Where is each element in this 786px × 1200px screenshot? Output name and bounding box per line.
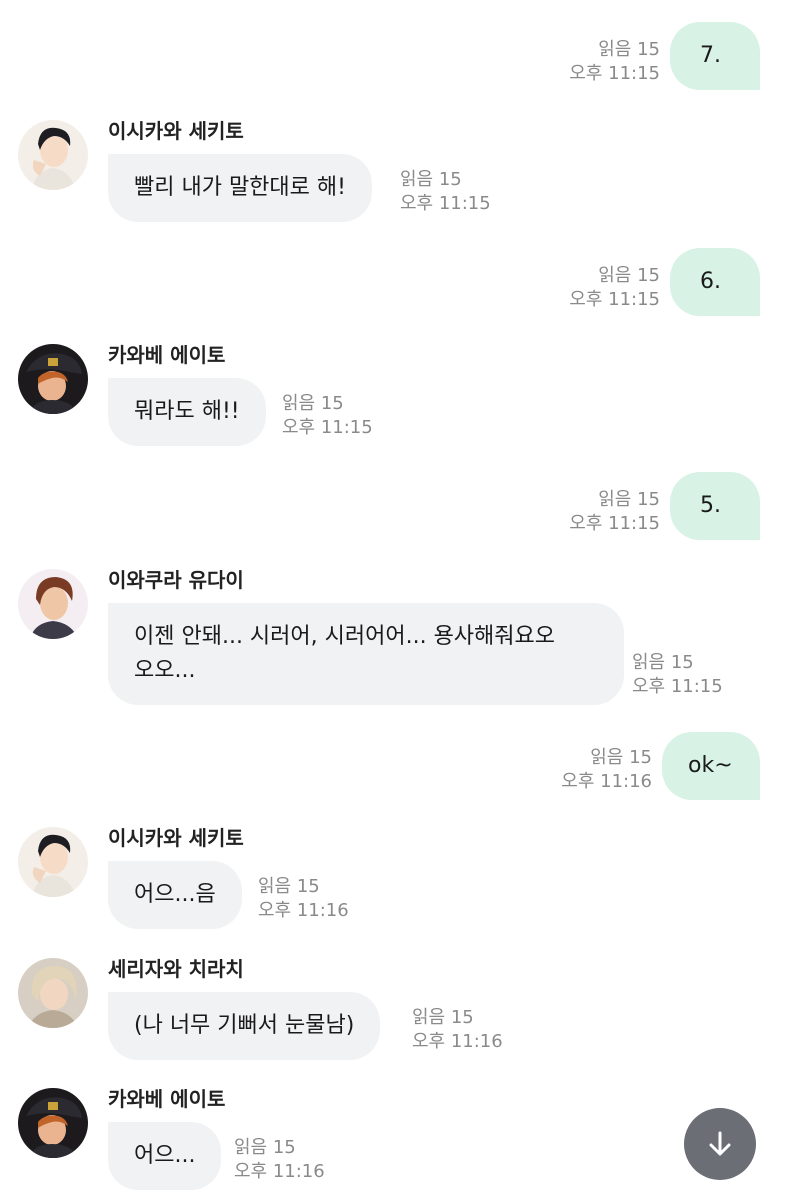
sender-name: 카와베 에이토: [108, 343, 226, 367]
message-bubble[interactable]: 뭐라도 해!!: [108, 378, 266, 446]
sender-name: 이시카와 세키토: [108, 119, 244, 143]
message-bubble[interactable]: 어으...음: [108, 861, 242, 929]
message-text: ok~: [688, 753, 733, 778]
read-count: 읽음 15: [598, 265, 660, 286]
arrow-down-icon: [709, 1131, 731, 1156]
timestamp: 오후 11:15: [569, 63, 660, 84]
avatar-eito[interactable]: [18, 1088, 88, 1158]
message-text: 7.: [700, 43, 721, 68]
message-meta: 읽음 15 오후 11:16: [258, 875, 349, 923]
message-bubble[interactable]: 이젠 안돼... 시러어, 시러어어... 용사해줘요오 오오...: [108, 603, 624, 705]
sender-name: 이와쿠라 유다이: [108, 568, 244, 592]
message-text: (나 너무 기뻐서 눈물남): [134, 1013, 355, 1038]
message-meta: 읽음 15 오후 11:15: [569, 38, 660, 86]
message-text: 6.: [700, 269, 721, 294]
message-text: 어으...음: [134, 882, 216, 907]
read-count: 읽음 15: [598, 489, 660, 510]
message-bubble[interactable]: 6.: [670, 248, 760, 316]
read-count: 읽음 15: [234, 1137, 296, 1158]
message-bubble[interactable]: ok~: [662, 732, 760, 800]
message-meta: 읽음 15 오후 11:16: [561, 746, 652, 794]
timestamp: 오후 11:15: [400, 193, 491, 214]
timestamp: 오후 11:15: [569, 513, 660, 534]
scroll-to-bottom-button[interactable]: [684, 1108, 756, 1180]
read-count: 읽음 15: [400, 169, 462, 190]
read-count: 읽음 15: [412, 1007, 474, 1028]
avatar-eito[interactable]: [18, 344, 88, 414]
timestamp: 오후 11:16: [561, 771, 652, 792]
message-bubble[interactable]: 7.: [670, 22, 760, 90]
message-meta: 읽음 15 오후 11:15: [569, 488, 660, 536]
chat-thread[interactable]: 읽음 15 오후 11:15 7. 이시카와 세키토 빨리 내가 말한대로 해!…: [0, 0, 786, 1200]
read-count: 읽음 15: [590, 747, 652, 768]
avatar-sekito[interactable]: [18, 120, 88, 190]
timestamp: 오후 11:16: [258, 900, 349, 921]
message-bubble[interactable]: 빨리 내가 말한대로 해!: [108, 154, 372, 222]
sender-name: 세리자와 치라치: [108, 957, 244, 981]
avatar-sekito[interactable]: [18, 827, 88, 897]
message-text: 뭐라도 해!!: [134, 399, 240, 424]
read-count: 읽음 15: [632, 652, 694, 673]
message-text: 빨리 내가 말한대로 해!: [134, 175, 346, 200]
avatar-chirachi[interactable]: [18, 958, 88, 1028]
message-meta: 읽음 15 오후 11:15: [282, 392, 373, 440]
message-meta: 읽음 15 오후 11:16: [412, 1006, 503, 1054]
timestamp: 오후 11:15: [282, 417, 373, 438]
message-meta: 읽음 15 오후 11:16: [234, 1136, 325, 1184]
read-count: 읽음 15: [282, 393, 344, 414]
message-text-line-1: 이젠 안돼... 시러어, 시러어어... 용사해줘요오: [134, 624, 556, 649]
message-meta: 읽음 15 오후 11:15: [632, 651, 723, 699]
sender-name: 이시카와 세키토: [108, 826, 244, 850]
timestamp: 오후 11:15: [569, 289, 660, 310]
message-meta: 읽음 15 오후 11:15: [400, 168, 491, 216]
message-text: 5.: [700, 493, 721, 518]
message-bubble[interactable]: 어으...: [108, 1122, 222, 1190]
sender-name: 카와베 에이토: [108, 1087, 226, 1111]
message-text-line-2: 오오...: [134, 658, 196, 683]
timestamp: 오후 11:16: [234, 1161, 325, 1182]
avatar-yudai[interactable]: [18, 569, 88, 639]
timestamp: 오후 11:15: [632, 676, 723, 697]
read-count: 읽음 15: [598, 39, 660, 60]
timestamp: 오후 11:16: [412, 1031, 503, 1052]
message-bubble[interactable]: 5.: [670, 472, 760, 540]
message-meta: 읽음 15 오후 11:15: [569, 264, 660, 312]
read-count: 읽음 15: [258, 876, 320, 897]
message-text: 어으...: [134, 1143, 196, 1168]
message-bubble[interactable]: (나 너무 기뻐서 눈물남): [108, 992, 381, 1060]
